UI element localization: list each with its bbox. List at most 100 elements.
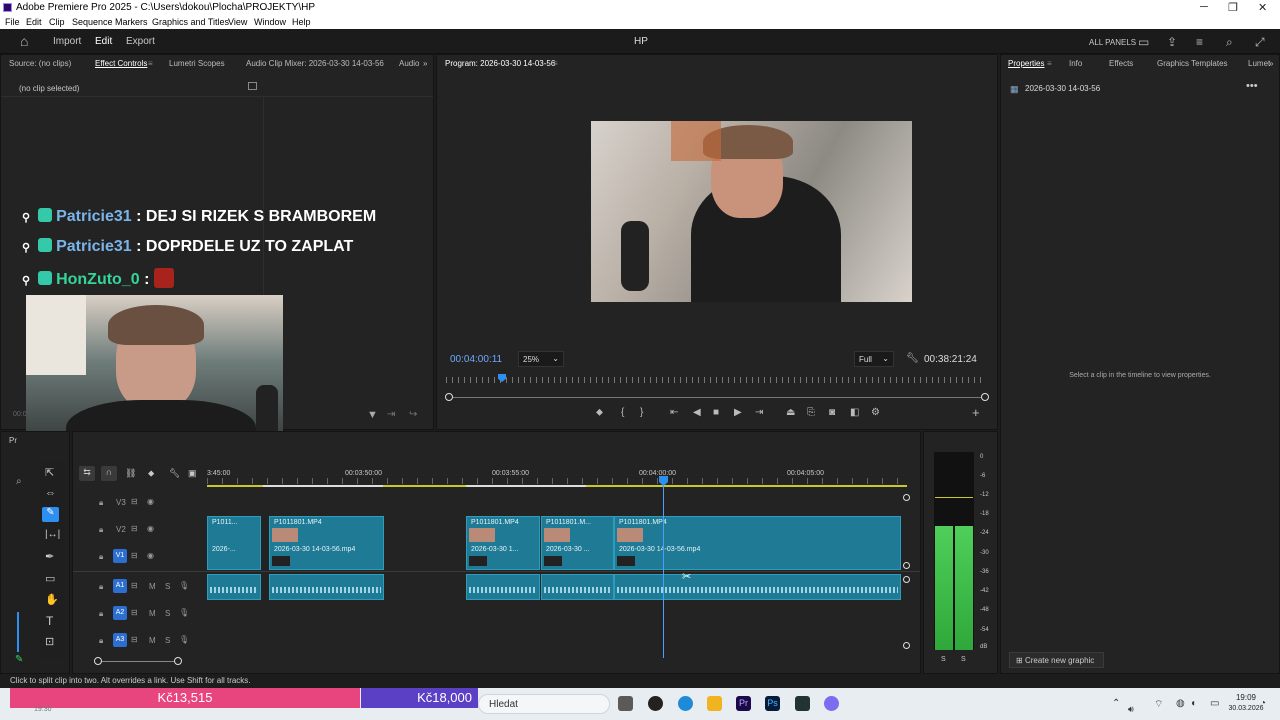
obs-icon[interactable] — [648, 696, 663, 711]
menu-window[interactable]: Window — [254, 17, 286, 27]
program-ruler[interactable] — [446, 377, 986, 383]
speaker-icon[interactable]: ◖ — [1190, 698, 1196, 709]
lock-icon[interactable]: 🔒︎ — [99, 636, 103, 646]
add-marker-icon[interactable]: ⬥ — [596, 407, 603, 418]
menu-view[interactable]: View — [228, 17, 247, 27]
caption-tool-icon[interactable]: ⊡ — [45, 635, 54, 648]
audio-clip[interactable] — [466, 574, 540, 600]
sync-icon[interactable]: ⊟ — [131, 635, 138, 644]
solo-right[interactable]: S — [961, 656, 966, 663]
sync-icon[interactable]: ⊟ — [131, 608, 138, 617]
stop-icon[interactable]: ■ — [713, 407, 719, 418]
selection-tool-icon[interactable]: ⇱ — [45, 466, 54, 479]
wifi-icon[interactable]: ⌔ — [1154, 698, 1163, 711]
eye-icon[interactable]: ◉ — [147, 497, 154, 506]
camera-icon[interactable]: ◙ — [829, 407, 835, 418]
scroll-handle[interactable] — [903, 562, 910, 569]
zoom-icon[interactable]: ⌕ — [1226, 35, 1233, 50]
extract-icon[interactable]: ⎘ — [807, 407, 815, 418]
more-tabs-icon[interactable]: » — [1269, 59, 1273, 68]
menu-help[interactable]: Help — [292, 17, 311, 27]
effect-controls-menu-icon[interactable]: ≡ — [148, 59, 153, 68]
zoom-handle-right[interactable] — [981, 393, 989, 401]
audio-clip[interactable] — [541, 574, 614, 600]
battery-icon[interactable]: ▭ — [1210, 698, 1219, 709]
scroll-handle[interactable] — [903, 494, 910, 501]
app-icon[interactable] — [795, 696, 810, 711]
go-to-out-icon[interactable]: ⇥ — [755, 407, 763, 418]
track-label-a1[interactable]: A1 — [113, 579, 127, 593]
fullscreen-icon[interactable]: ⤢ — [1255, 35, 1265, 50]
tab-source[interactable]: Source: (no clips) — [9, 59, 71, 68]
audio-clip[interactable] — [614, 574, 901, 600]
edge-icon[interactable] — [678, 696, 693, 711]
premiere-icon[interactable]: Pr — [736, 696, 751, 711]
video-clip[interactable]: P1011801.MP4 2026-03-30 14-03-56.mp4 — [269, 516, 384, 570]
wrench-icon[interactable]: 🔧︎ — [906, 353, 919, 364]
scroll-handle[interactable] — [903, 576, 910, 583]
menu-markers[interactable]: Markers — [115, 17, 148, 27]
video-clip[interactable]: P1011801.M... 2026-03-30 ... — [541, 516, 614, 570]
notification-icon[interactable]: ◔ — [1260, 698, 1266, 709]
solo-icon[interactable]: S — [165, 609, 170, 618]
video-clip[interactable]: P1011801.MP4 2026-03-30 1... — [466, 516, 540, 570]
search-icon[interactable]: ⌕ — [16, 476, 22, 487]
lock-icon[interactable]: 🔒︎ — [99, 582, 103, 592]
discord-icon[interactable] — [824, 696, 839, 711]
timeline-ruler[interactable] — [207, 478, 907, 484]
share-icon[interactable]: ⇪ — [1167, 35, 1177, 49]
step-back-icon[interactable]: ◀ — [693, 407, 701, 418]
eye-icon[interactable]: ◉ — [147, 524, 154, 533]
mute-icon[interactable]: M — [149, 582, 156, 591]
tab-audio[interactable]: Audio — [399, 59, 419, 68]
resolution-select[interactable]: Full ⌄ — [854, 351, 894, 367]
magnet-icon[interactable]: ∩ — [101, 466, 117, 481]
marker-icon[interactable]: ⬥ — [148, 468, 154, 479]
filter-icon[interactable]: ▼ — [367, 409, 378, 421]
audio-clip[interactable] — [207, 574, 261, 600]
lock-icon[interactable]: 🔒︎ — [99, 498, 103, 508]
tab-program[interactable]: Program: 2026-03-30 14-03-56 — [445, 59, 555, 68]
settings-icon[interactable]: ⚙ — [871, 407, 880, 418]
zoom-handle-left[interactable] — [445, 393, 453, 401]
tab-effects[interactable]: Effects — [1109, 59, 1133, 68]
zoom-bar[interactable] — [451, 397, 985, 398]
mute-icon[interactable]: M — [149, 636, 156, 645]
network-icon[interactable]: ◍ — [1176, 698, 1185, 709]
properties-menu-icon[interactable]: ≡ — [1047, 59, 1052, 68]
home-icon[interactable]: ⌂ — [20, 33, 28, 49]
tab-effect-controls[interactable]: Effect Controls — [95, 59, 147, 68]
track-label-a2[interactable]: A2 — [113, 606, 127, 620]
panel-toggle-icon[interactable] — [248, 82, 257, 90]
hand-tool-icon[interactable]: ✋ — [45, 593, 59, 606]
eye-icon[interactable]: ◉ — [147, 551, 154, 560]
panel-scrollbar[interactable] — [17, 612, 19, 652]
linked-icon[interactable]: ⛓ — [125, 468, 136, 479]
tab-audio-mixer[interactable]: Audio Clip Mixer: 2026-03-30 14-03-56 — [246, 59, 384, 68]
lift-icon[interactable]: ⏏ — [786, 407, 795, 418]
solo-icon[interactable]: S — [165, 582, 170, 591]
chevron-up-icon[interactable]: ⌃ — [1112, 698, 1120, 709]
tab-lumetri[interactable]: Lumetri Scopes — [169, 59, 225, 68]
type-tool-icon[interactable]: T — [46, 614, 53, 628]
captions-icon[interactable]: ▣ — [188, 468, 197, 479]
wrench-icon[interactable]: 🔧︎ — [169, 468, 180, 479]
export-tab[interactable]: Export — [126, 36, 155, 47]
mic-icon[interactable]: 🎙︎ — [179, 608, 189, 617]
razor-tool-icon[interactable]: ✎ — [42, 507, 59, 522]
close-icon[interactable]: ✕ — [1258, 1, 1267, 14]
track-label-v1[interactable]: V1 — [113, 549, 127, 563]
more-tabs-icon[interactable]: » — [423, 59, 427, 68]
export-frame-icon[interactable]: ⇥ — [387, 409, 395, 420]
solo-icon[interactable]: S — [165, 636, 170, 645]
menu-clip[interactable]: Clip — [49, 17, 65, 27]
tab-properties[interactable]: Properties — [1008, 59, 1044, 68]
pencil-icon[interactable]: ✎ — [15, 654, 23, 665]
folder-icon[interactable] — [707, 696, 722, 711]
panel-icon[interactable]: ▭ — [1138, 35, 1149, 49]
track-select-icon[interactable]: ⇔ — [45, 487, 56, 499]
minimize-icon[interactable]: ─ — [1200, 1, 1208, 13]
compare-icon[interactable]: ◧ — [850, 407, 859, 418]
menu-graphics[interactable]: Graphics and Titles — [152, 17, 229, 27]
mark-in-icon[interactable]: { — [621, 407, 624, 418]
